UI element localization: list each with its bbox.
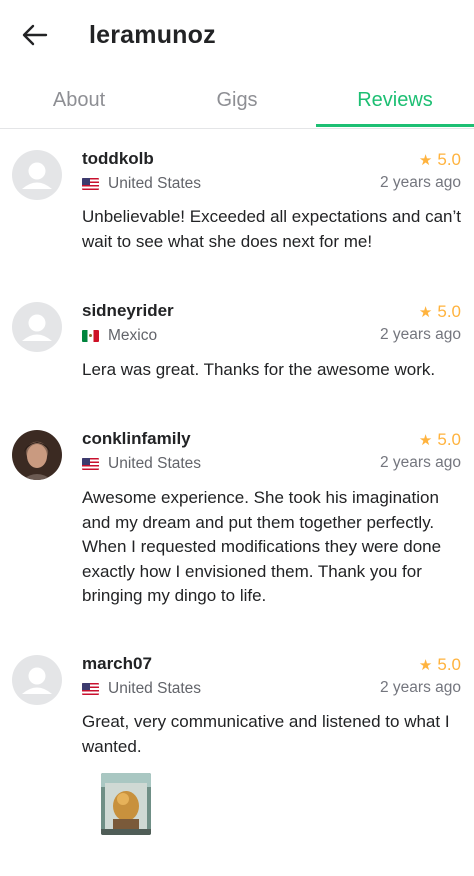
review-comment: Awesome experience. She took his imagina… (82, 488, 442, 605)
rating-value: 5.0 (437, 655, 461, 674)
arrow-left-icon (22, 24, 48, 46)
rating-value: 5.0 (437, 302, 461, 321)
star-icon: ★ (418, 432, 433, 449)
reviewer-username[interactable]: conklinfamily (82, 429, 191, 449)
star-icon: ★ (418, 152, 433, 169)
us-flag-icon (82, 458, 99, 470)
active-tab-indicator (316, 124, 474, 127)
reviewer-country: United States (82, 455, 201, 473)
rating-value: 5.0 (437, 430, 461, 449)
country-label: United States (108, 680, 202, 697)
reviewer-username[interactable]: march07 (82, 654, 152, 674)
country-label: Mexico (108, 327, 158, 344)
default-avatar-icon[interactable] (12, 302, 62, 352)
delivery-thumbnail[interactable] (101, 773, 151, 835)
review-time: 2 years ago (380, 679, 461, 696)
tab-bar: About Gigs Reviews (0, 72, 474, 129)
star-icon: ★ (418, 304, 433, 321)
default-avatar-icon[interactable] (12, 150, 62, 200)
tab-gigs[interactable]: Gigs (158, 72, 316, 128)
us-flag-icon (82, 178, 99, 190)
app-bar: leramunoz (0, 0, 474, 72)
country-label: United States (108, 455, 202, 472)
mexico-flag-icon (82, 330, 99, 342)
rating: ★ 5.0 (419, 655, 461, 675)
reviewer-username[interactable]: sidneyrider (82, 301, 174, 321)
country-label: United States (108, 175, 202, 192)
rating: ★ 5.0 (419, 150, 461, 170)
review-time: 2 years ago (380, 174, 461, 191)
page-title: leramunoz (89, 21, 216, 49)
review-comment: Great, very communicative and listened t… (82, 712, 450, 756)
reviewer-username[interactable]: toddkolb (82, 149, 154, 169)
user-photo[interactable] (12, 430, 62, 480)
review-time: 2 years ago (380, 326, 461, 343)
review-time: 2 years ago (380, 454, 461, 471)
review-comment: Unbelievable! Exceeded all expectations … (82, 207, 461, 251)
back-button[interactable] (20, 22, 50, 48)
reviewer-country: Mexico (82, 327, 157, 345)
tab-reviews[interactable]: Reviews (316, 72, 474, 128)
us-flag-icon (82, 683, 99, 695)
rating: ★ 5.0 (419, 430, 461, 450)
default-avatar-icon[interactable] (12, 655, 62, 705)
review-comment: Lera was great. Thanks for the awesome w… (82, 360, 436, 379)
reviewer-country: United States (82, 680, 201, 698)
rating: ★ 5.0 (419, 302, 461, 322)
rating-value: 5.0 (437, 150, 461, 169)
reviewer-country: United States (82, 175, 201, 193)
tab-about[interactable]: About (0, 72, 158, 128)
star-icon: ★ (418, 657, 433, 674)
